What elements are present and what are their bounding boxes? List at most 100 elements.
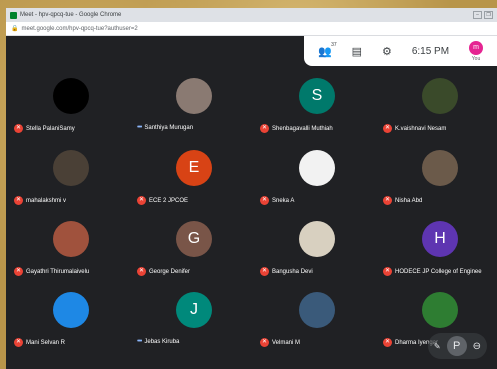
chat-icon[interactable]: ▤ [352, 45, 362, 58]
participant-name: Jebas Kiruba [144, 338, 180, 345]
participant-avatar [422, 150, 458, 186]
participant-name: Bangusha Devi [272, 268, 313, 275]
participant-tile[interactable]: E ✕ ECE 2 JPCOE [133, 150, 255, 214]
participant-name-row: ✕ Nisha Abd [383, 196, 422, 205]
participant-name-row: ✕ Gayathri Thirumalaivelu [14, 267, 89, 276]
participant-avatar [53, 78, 89, 114]
participant-name: Velmani M [272, 339, 301, 346]
self-avatar-initial: m [469, 40, 484, 55]
participant-avatar [422, 292, 458, 328]
participant-name-row: ✕ Stella PalaniSamy [14, 124, 75, 133]
address-bar[interactable]: 🔒 meet.google.com/hpv-qpcq-tue?authuser=… [6, 22, 497, 36]
participant-avatar: J [176, 292, 212, 328]
participant-name-row: ✕ HODECE JP College of Enginee [383, 267, 482, 276]
mic-muted-icon: ✕ [260, 338, 269, 347]
participant-name-row: ✕ Velmani M [260, 338, 300, 347]
participant-tile[interactable]: ✕ Gayathri Thirumalaivelu [10, 221, 132, 285]
mic-muted-icon: ✕ [260, 196, 269, 205]
participant-avatar [299, 221, 335, 257]
participant-name-row: ✕ George Denifer [137, 267, 190, 276]
participant-tile[interactable]: S ✕ Shenbagavalli Muthiah [256, 78, 378, 142]
participant-name: Santhiya Murugan [144, 124, 194, 131]
participant-tile[interactable]: ✕ Bangusha Devi [256, 221, 378, 285]
restore-icon[interactable]: ❐ [484, 11, 493, 19]
participant-name-row: ••• Jebas Kiruba [137, 338, 179, 345]
floating-avatar: P [446, 336, 467, 356]
participant-name-row: ✕ Mani Selvan R [14, 338, 65, 347]
browser-window: Meet - hpv-qpcq-tue - Google Chrome – ❐ … [6, 8, 497, 369]
participant-avatar [53, 292, 89, 328]
self-avatar[interactable]: m You [469, 40, 484, 62]
participant-avatar [299, 150, 335, 186]
participant-avatar [53, 221, 89, 257]
participant-name-row: ✕ Bangusha Devi [260, 267, 313, 276]
title-bar: Meet - hpv-qpcq-tue - Google Chrome – ❐ [6, 8, 497, 22]
participant-avatar [422, 78, 458, 114]
meeting-topbar: 👥 37 ▤ ⚙ 6:15 PM m You [304, 36, 497, 66]
participants-icon[interactable]: 👥 37 [318, 42, 337, 58]
participant-tile[interactable]: H ✕ HODECE JP College of Enginee [379, 221, 497, 285]
participant-name-row: ✕ Sneka A [260, 196, 294, 205]
participant-tile[interactable]: ✕ Sneka A [256, 150, 378, 214]
participant-name: mahalakshmi v [26, 197, 67, 204]
pin-icon[interactable]: ✎ [434, 342, 441, 351]
mic-muted-icon: ✕ [383, 338, 392, 347]
mic-muted-icon: ✕ [14, 267, 23, 276]
participant-avatar: H [422, 221, 458, 257]
url-text[interactable]: meet.google.com/hpv-qpcq-tue?authuser=2 [21, 26, 137, 32]
mic-muted-icon: ✕ [383, 124, 392, 133]
participant-tile[interactable]: ✕ Mani Selvan R [10, 292, 132, 356]
mic-muted-icon: ✕ [383, 267, 392, 276]
participant-tile[interactable]: ✕ Velmani M [256, 292, 378, 356]
more-icon[interactable]: ⊖ [473, 341, 481, 352]
participant-name: Mani Selvan R [26, 339, 66, 346]
speaking-indicator-icon: ••• [137, 124, 142, 131]
participant-tile[interactable]: ✕ mahalakshmi v [10, 150, 132, 214]
mic-muted-icon: ✕ [383, 196, 392, 205]
participant-name: Sneka A [272, 197, 295, 204]
participant-name: Stella PalaniSamy [26, 125, 75, 132]
mic-muted-icon: ✕ [260, 267, 269, 276]
participant-name: ECE 2 JPCOE [149, 197, 189, 204]
clock-time: 6:15 PM [411, 45, 450, 57]
lock-icon: 🔒 [11, 26, 19, 32]
participant-tile[interactable]: ✕ Nisha Abd [379, 150, 497, 214]
speaking-indicator-icon: ••• [137, 338, 142, 345]
mic-muted-icon: ✕ [14, 338, 23, 347]
mic-muted-icon: ✕ [14, 196, 23, 205]
mic-muted-icon: ✕ [137, 267, 146, 276]
mic-muted-icon: ✕ [14, 124, 23, 133]
participant-tile[interactable]: ✕ K.vaishnavi Nesam [379, 78, 497, 142]
participant-avatar: S [299, 78, 335, 114]
participant-tile[interactable]: ••• Santhiya Murugan [133, 78, 255, 142]
mic-muted-icon: ✕ [260, 124, 269, 133]
participant-avatar [299, 292, 335, 328]
participant-tile[interactable]: J ••• Jebas Kiruba [133, 292, 255, 356]
participant-name: Gayathri Thirumalaivelu [26, 268, 90, 275]
participant-name-row: ✕ K.vaishnavi Nesam [383, 124, 446, 133]
participant-name: HODECE JP College of Enginee [395, 268, 482, 275]
participant-name: Nisha Abd [395, 197, 423, 204]
participant-name: Shenbagavalli Muthiah [272, 125, 333, 132]
meet-favicon-icon [10, 11, 17, 19]
participant-name-row: ✕ mahalakshmi v [14, 196, 66, 205]
participant-tile[interactable]: ✕ Stella PalaniSamy [10, 78, 132, 142]
participant-name-row: ••• Santhiya Murugan [137, 124, 193, 131]
participant-name-row: ✕ Shenbagavalli Muthiah [260, 124, 333, 133]
participant-avatar: E [176, 150, 212, 186]
participant-name-row: ✕ ECE 2 JPCOE [137, 196, 188, 205]
participant-avatar [53, 150, 89, 186]
mic-muted-icon: ✕ [137, 196, 146, 205]
window-title: Meet - hpv-qpcq-tue - Google Chrome [20, 12, 122, 18]
minimize-icon[interactable]: – [473, 11, 482, 19]
participant-tile[interactable]: G ✕ George Denifer [133, 221, 255, 285]
participant-name: George Denifer [149, 268, 191, 275]
window-controls: – ❐ [473, 11, 493, 19]
participant-avatar [176, 78, 212, 114]
participant-avatar: G [176, 221, 212, 257]
activities-icon[interactable]: ⚙ [382, 45, 392, 58]
participants-count: 37 [331, 41, 337, 48]
participant-name: K.vaishnavi Nesam [395, 125, 447, 132]
floating-self-view[interactable]: ✎ P ⊖ [427, 333, 487, 359]
self-label: You [471, 55, 481, 62]
